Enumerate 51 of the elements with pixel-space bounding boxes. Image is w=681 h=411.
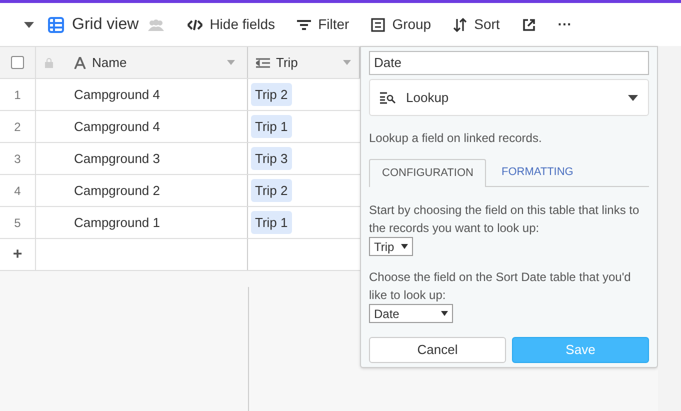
link-field-select[interactable]: Trip — [369, 237, 413, 256]
share-button[interactable] — [522, 18, 536, 32]
select-all-checkbox[interactable] — [11, 56, 24, 69]
table-cell-text: Campground 2 — [74, 182, 160, 200]
caret-icon — [343, 60, 351, 65]
sort-button[interactable]: Sort — [453, 14, 500, 35]
link-field-icon — [256, 58, 270, 68]
table-cell-text: Campground 1 — [74, 214, 160, 232]
filter-button[interactable]: Filter — [297, 14, 350, 35]
tab[interactable]: CONFIGURATION — [369, 159, 486, 187]
field-name-input[interactable]: Date — [369, 51, 649, 75]
lock-icon — [45, 58, 53, 68]
record-chip[interactable]: Trip 3 — [251, 146, 292, 170]
lookup-icon — [380, 92, 396, 104]
filter-icon — [297, 18, 312, 30]
lookup-prompt: Choose the field on the Sort Date table that you'd like to look up: — [369, 269, 632, 304]
column-header[interactable]: Name — [62, 47, 248, 78]
caret-icon — [227, 60, 235, 65]
add-row-button[interactable]: + — [12, 242, 22, 266]
field-description: Lookup a field on linked records. — [369, 130, 543, 147]
sort-arrows-icon — [453, 18, 468, 32]
row-number: 2 — [14, 118, 21, 136]
caret-icon — [401, 244, 408, 249]
row-number: 5 — [14, 214, 21, 232]
lookup-field-select[interactable]: Date — [369, 304, 453, 323]
caret-icon — [628, 94, 638, 100]
more-button[interactable]: ··· — [558, 14, 572, 35]
table-cell-text: Campground 4 — [74, 118, 160, 136]
record-chip[interactable]: Trip 2 — [251, 178, 292, 202]
row-number: 4 — [14, 182, 21, 200]
link-prompt: Start by choosing the field on this table that links to the records you want to look up: — [369, 202, 640, 237]
grid-icon — [48, 16, 64, 32]
table-cell-text: Campground 3 — [74, 150, 160, 168]
view-name[interactable]: Grid view — [72, 12, 139, 36]
list-icon — [371, 18, 386, 32]
tab[interactable]: FORMATTING — [486, 159, 588, 186]
caret-icon[interactable] — [24, 22, 34, 28]
row-number: 3 — [14, 150, 21, 168]
table-cell-text: Campground 4 — [74, 86, 160, 104]
row-number: 1 — [14, 86, 21, 104]
external-link-icon — [522, 18, 536, 32]
record-chip[interactable]: Trip 1 — [251, 114, 292, 138]
field-type-dropdown[interactable]: Lookup — [369, 79, 649, 116]
record-chip[interactable]: Trip 1 — [251, 210, 292, 234]
text-field-icon — [74, 56, 86, 68]
cancel-button[interactable]: Cancel — [369, 337, 506, 363]
caret-icon — [441, 311, 448, 316]
group-button[interactable]: Group — [371, 14, 432, 35]
record-chip[interactable]: Trip 2 — [251, 82, 292, 106]
people-icon — [146, 18, 165, 30]
hide-fields-button[interactable]: Hide fields — [186, 14, 276, 35]
